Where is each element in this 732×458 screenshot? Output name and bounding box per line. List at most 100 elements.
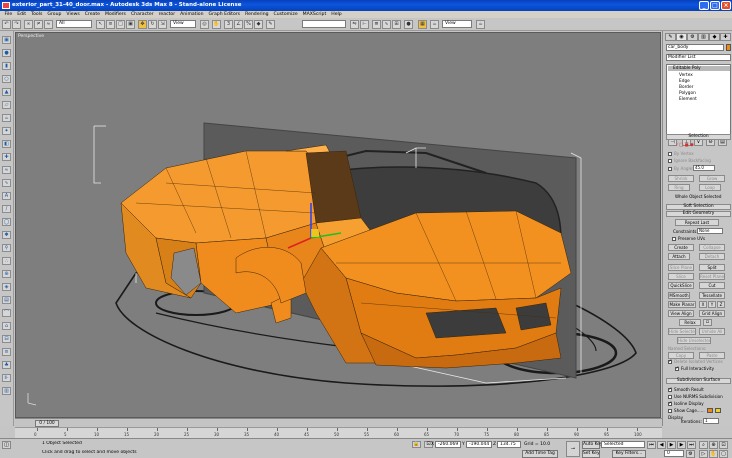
- pan-icon[interactable]: ✋: [709, 450, 718, 458]
- time-config-icon[interactable]: ⚙: [686, 450, 695, 458]
- delete-isolated-checkbox[interactable]: [668, 359, 672, 364]
- angle-snap-icon[interactable]: ∠: [234, 20, 243, 29]
- repeat-last-button[interactable]: Repeat Last: [675, 219, 719, 226]
- menu-graph-editors[interactable]: Graph Editors: [206, 12, 243, 17]
- select-object-icon[interactable]: ↖: [96, 20, 105, 29]
- detach-button[interactable]: Detach: [699, 253, 725, 260]
- stack-item-border[interactable]: Border: [679, 85, 693, 90]
- tab-motion[interactable]: ▥: [698, 33, 709, 41]
- named-selection-dropdown[interactable]: [302, 20, 346, 28]
- ring-button[interactable]: Ring: [668, 184, 690, 191]
- menu-create[interactable]: Create: [82, 12, 102, 17]
- add-time-tag-button[interactable]: Add Time Tag: [522, 450, 558, 458]
- by-angle-spinner[interactable]: 45.0: [693, 165, 715, 171]
- tessellate-button[interactable]: Tessellate: [699, 292, 725, 299]
- object-color-swatch[interactable]: [726, 44, 731, 51]
- slice-plane-button[interactable]: Slice Plane: [668, 264, 694, 271]
- object-name-field[interactable]: car_body: [666, 44, 724, 51]
- quick-render-icon[interactable]: ☕: [430, 20, 439, 29]
- iterations-spinner[interactable]: 1: [703, 418, 719, 424]
- reference-coord-dropdown[interactable]: View: [170, 20, 196, 28]
- create-circle-icon[interactable]: ◯: [2, 218, 11, 226]
- subdivision-rollout-header[interactable]: Subdivision Surface: [666, 378, 731, 384]
- edit-geometry-rollout-header[interactable]: Edit Geometry: [666, 211, 731, 217]
- create-stairs-icon[interactable]: ≡: [2, 348, 11, 356]
- create-helper-icon[interactable]: ✚: [2, 153, 11, 161]
- stack-item-polygon[interactable]: Polygon: [679, 91, 696, 96]
- hide-selected-button[interactable]: Hide Selected: [668, 328, 696, 335]
- bind-spacewarp-icon[interactable]: ≈: [44, 20, 53, 29]
- goto-end-icon[interactable]: ⏭: [687, 441, 696, 449]
- maxscript-listener-icon[interactable]: ◫: [2, 441, 11, 449]
- reset-plane-button[interactable]: Reset Plane: [699, 273, 725, 280]
- smooth-result-checkbox[interactable]: [668, 387, 672, 392]
- isoline-display-checkbox[interactable]: [668, 401, 672, 406]
- select-move-icon[interactable]: ✥: [138, 20, 147, 29]
- collapse-button[interactable]: Collapse: [699, 244, 725, 251]
- create-star-icon[interactable]: ✱: [2, 231, 11, 239]
- show-cage-checkbox[interactable]: [668, 409, 672, 413]
- tab-create[interactable]: ✎: [665, 33, 676, 41]
- menu-group[interactable]: Group: [45, 12, 64, 17]
- create-nurbs-icon[interactable]: ⌒: [2, 309, 11, 317]
- create-light-icon[interactable]: ✦: [2, 127, 11, 135]
- schematic-view-icon[interactable]: ⊞: [392, 20, 401, 29]
- material-editor-icon[interactable]: ●: [404, 20, 413, 29]
- create-shape-icon[interactable]: ∿: [2, 179, 11, 187]
- create-window-icon[interactable]: ⊟: [2, 335, 11, 343]
- tab-hierarchy[interactable]: ⚙: [687, 33, 698, 41]
- loop-button[interactable]: Loop: [699, 184, 721, 191]
- create-cylinder-icon[interactable]: ▮: [2, 62, 11, 70]
- split-button[interactable]: Split: [699, 264, 725, 271]
- key-mode-dropdown[interactable]: Selected: [601, 441, 645, 448]
- create-cone-icon[interactable]: ▲: [2, 88, 11, 96]
- selection-rollout-header[interactable]: Selection: [666, 134, 731, 140]
- preserve-uvs-checkbox[interactable]: [672, 237, 676, 241]
- link-icon[interactable]: ∞: [24, 20, 33, 29]
- render-type-dropdown[interactable]: View: [442, 20, 472, 28]
- shrink-button[interactable]: Shrink: [668, 175, 694, 182]
- selection-filter-dropdown[interactable]: All: [56, 20, 92, 28]
- mirror-icon[interactable]: ⇋: [350, 20, 359, 29]
- relax-button[interactable]: Relax: [679, 319, 701, 326]
- menu-help[interactable]: Help: [329, 12, 344, 17]
- snap-3d-icon[interactable]: 3: [224, 20, 233, 29]
- fov-icon[interactable]: ▷: [699, 450, 708, 458]
- menu-modifiers[interactable]: Modifiers: [102, 12, 128, 17]
- create-wall-icon[interactable]: ▥: [2, 387, 11, 395]
- stack-item-vertex[interactable]: Vertex: [679, 73, 693, 78]
- create-box-icon[interactable]: ▣: [2, 36, 11, 44]
- msmooth-button[interactable]: MSmooth: [668, 292, 690, 299]
- planar-y-button[interactable]: Y: [708, 301, 716, 308]
- planar-z-button[interactable]: Z: [717, 301, 725, 308]
- select-by-name-icon[interactable]: ≡: [106, 20, 115, 29]
- spinner-snap-icon[interactable]: ◆: [254, 20, 263, 29]
- y-coord-field[interactable]: -190.044: [466, 441, 492, 448]
- create-particles-icon[interactable]: ∴: [2, 257, 11, 265]
- set-key-button[interactable]: Set Key: [582, 450, 600, 458]
- vertex-mode-icon[interactable]: ∴ ⁄ ◯ ■ ⬢: [673, 142, 694, 147]
- title-bar[interactable]: exterior_part_31-40_door.max - Autodesk …: [0, 0, 732, 11]
- menu-character[interactable]: Character: [128, 12, 156, 17]
- current-frame-field[interactable]: 0: [664, 450, 684, 457]
- tab-display[interactable]: ◆: [709, 33, 720, 41]
- quickslice-button[interactable]: QuickSlice: [668, 282, 694, 289]
- tab-modify[interactable]: ◉: [676, 33, 687, 41]
- next-frame-icon[interactable]: ▶: [677, 441, 686, 449]
- soft-selection-rollout-header[interactable]: Soft Selection: [666, 204, 731, 210]
- by-vertex-checkbox[interactable]: [668, 152, 672, 156]
- time-slider[interactable]: 0 / 100: [15, 418, 662, 427]
- pivot-center-icon[interactable]: ◎: [200, 20, 209, 29]
- make-planar-button[interactable]: Make Planar: [668, 301, 696, 308]
- close-button[interactable]: ×: [721, 1, 731, 10]
- cage-color-swatch-1[interactable]: [707, 408, 713, 413]
- use-nurms-checkbox[interactable]: [668, 395, 672, 399]
- create-spacewarp-icon[interactable]: ≈: [2, 166, 11, 174]
- track-bar[interactable]: 0 5 10 15 20 25 30 35 40 45 50 55 60 65 70 75 80 85 90 95 10…: [15, 427, 662, 438]
- x-coord-field[interactable]: -260.069: [435, 441, 461, 448]
- set-key-icon[interactable]: ⊸: [566, 441, 580, 457]
- auto-key-button[interactable]: Auto Key: [582, 441, 603, 449]
- create-patch-icon[interactable]: ▤: [2, 296, 11, 304]
- attach-button[interactable]: Attach: [668, 253, 690, 260]
- goto-start-icon[interactable]: ⏮: [647, 441, 656, 449]
